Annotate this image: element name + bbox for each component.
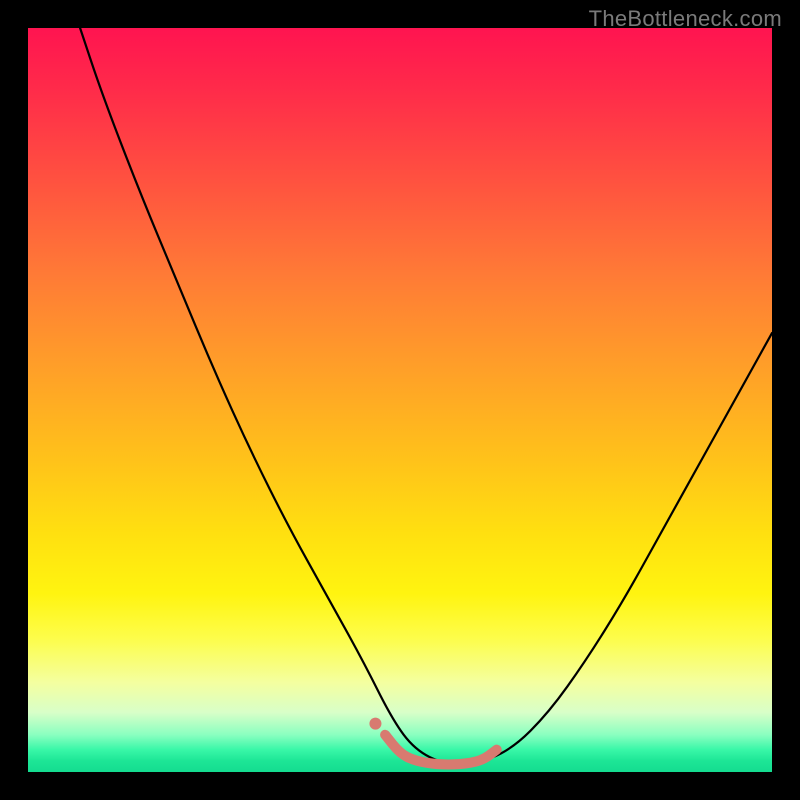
curve-layer: [28, 28, 772, 772]
bottleneck-curve: [80, 28, 772, 765]
optimal-range-marker: [385, 735, 497, 765]
plot-area: [28, 28, 772, 772]
chart-frame: TheBottleneck.com: [0, 0, 800, 800]
optimal-start-dot-icon: [369, 718, 381, 730]
